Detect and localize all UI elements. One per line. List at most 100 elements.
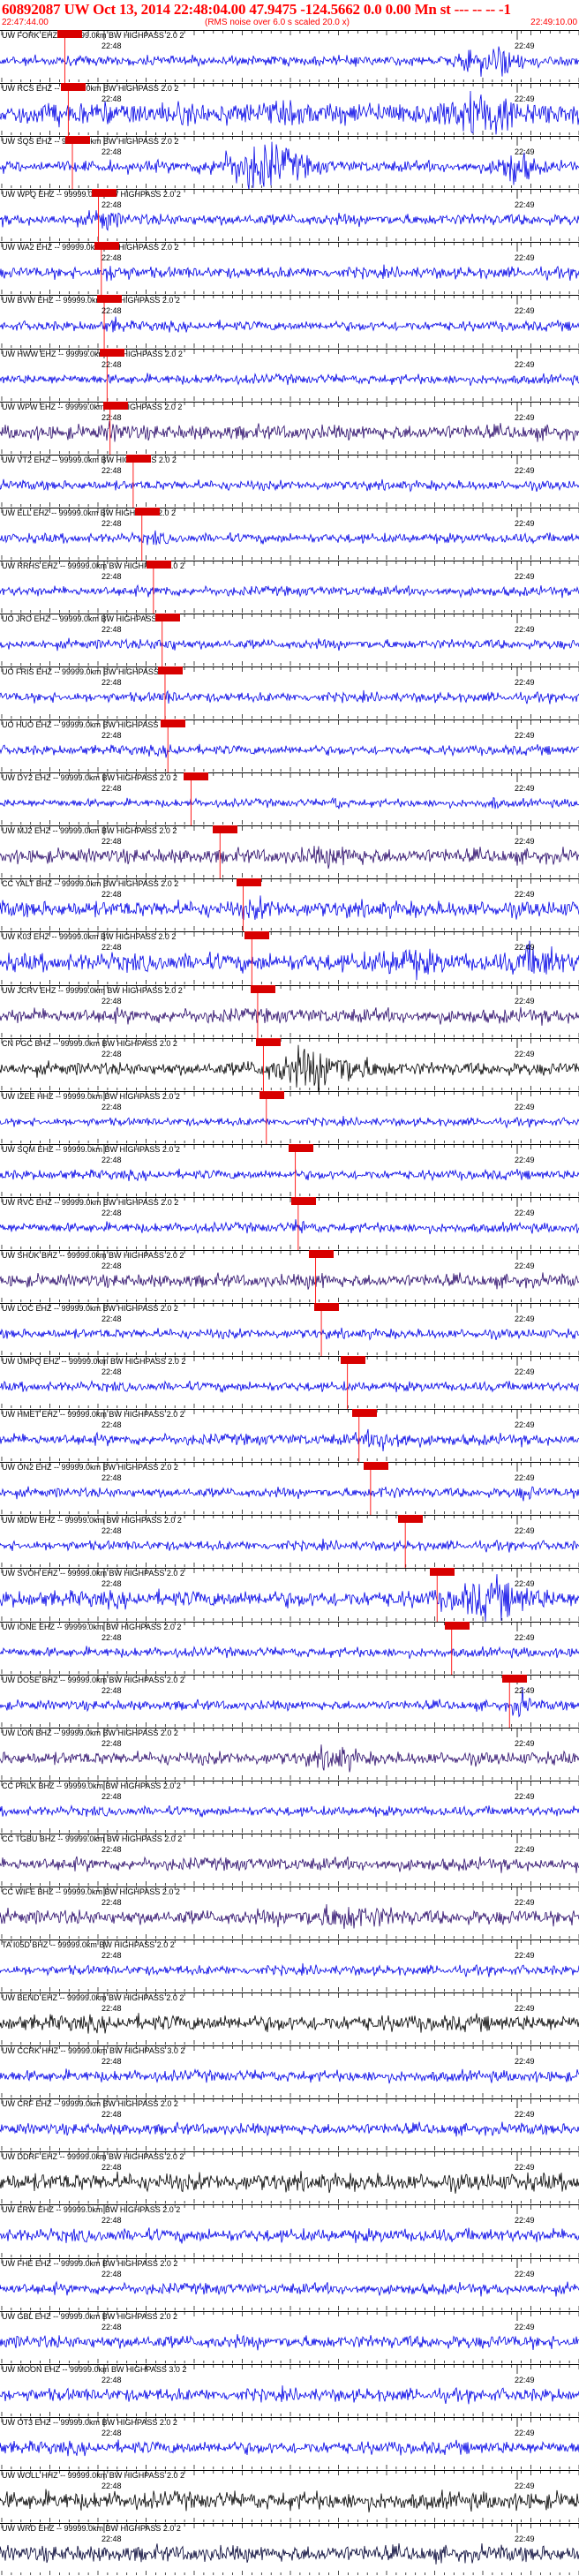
trace-panel: UW IZEE HHZ -- 99999.0km BW HIGHPASS 2.0… xyxy=(0,1091,579,1144)
station-label: UW WA2 EHZ -- 99999.0km BW HIGHPASS 2.0 … xyxy=(2,243,179,252)
waveform-trace xyxy=(0,373,579,387)
waveform-trace xyxy=(0,796,579,810)
trace-panel: UW RVC EHZ -- 99999.0km BW HIGHPASS 2.0 … xyxy=(0,1197,579,1250)
station-label: UW SQS EHZ -- 99999.0km BW HIGHPASS 2.0 … xyxy=(2,137,179,146)
trace-panel: UW WRD EHZ -- 99999.0km BW HIGHPASS 2.0 … xyxy=(0,2523,579,2576)
tick-label: 22:48 xyxy=(102,2376,122,2385)
waveform-trace xyxy=(0,1116,579,1129)
tick-label: 22:48 xyxy=(102,1898,122,1908)
tick-label: 22:49 xyxy=(515,2004,535,2014)
tick-label: 22:48 xyxy=(102,2216,122,2226)
waveform-trace xyxy=(0,846,579,870)
trace-panel: UW VT2 EHZ -- 99999.0km BW HIGHPASS 2.0 … xyxy=(0,455,579,508)
tick-label: 22:48 xyxy=(102,1209,122,1218)
waveform-trace xyxy=(0,2333,579,2351)
station-label: UW MJ2 EHZ -- 99999.0km BW HIGHPASS 2.0 … xyxy=(2,826,177,835)
trace-panel: UW RCS EHZ -- 99999.0km BW HIGHPASS 2.0 … xyxy=(0,83,579,136)
phase-pick-marker xyxy=(502,1675,528,1683)
tick-label: 22:49 xyxy=(515,943,535,953)
tick-label: 22:49 xyxy=(515,1209,535,1218)
station-label: UW RVC EHZ -- 99999.0km BW HIGHPASS 2.0 … xyxy=(2,1198,179,1207)
phase-pick-marker xyxy=(134,508,160,516)
trace-panel: UW LON BHZ -- 99999.0km BW HIGHPASS 2.0 … xyxy=(0,1728,579,1781)
tick-label: 22:49 xyxy=(515,306,535,316)
trace-panel: UO FRIS EHZ -- 99999.0km BW HIGHPASS 2.0… xyxy=(0,667,579,719)
tick-label: 22:48 xyxy=(102,2004,122,2014)
tick-label: 22:49 xyxy=(515,1420,535,1430)
station-label: UW ERW EHZ -- 99999.0km BW HIGHPASS 2.0 … xyxy=(2,2205,181,2214)
trace-panel: UW IONE EHZ -- 99999.0km BW HIGHPASS 2.0… xyxy=(0,1622,579,1675)
waveform-trace xyxy=(0,1962,579,1977)
tick-label: 22:48 xyxy=(102,1951,122,1961)
tick-label: 22:49 xyxy=(515,253,535,263)
waveform-trace xyxy=(0,141,579,189)
trace-panel: UW BVW EHZ -- 99999.0km BW HIGHPASS 2.0 … xyxy=(0,295,579,349)
trace-panel: UW HWW EHZ -- 99999.0km BW HIGHPASS 2.0 … xyxy=(0,349,579,402)
tick-label: 22:49 xyxy=(515,2323,535,2332)
tick-label: 22:49 xyxy=(515,731,535,741)
tick-label: 22:48 xyxy=(102,360,122,370)
waveform-trace xyxy=(0,264,579,282)
trace-panel: UW CRF EHZ -- 99999.0km BW HIGHPASS 2.0 … xyxy=(0,2098,579,2151)
trace-panel: UW MOON EHZ -- 99999.0km BW HIGHPASS 3.0… xyxy=(0,2364,579,2417)
waveform-trace xyxy=(0,1380,579,1393)
tick-label: 22:48 xyxy=(102,1686,122,1696)
trace-panel: UW RRHS EHZ -- 99999.0km BW HIGHPASS 2.0… xyxy=(0,561,579,614)
tick-label: 22:49 xyxy=(515,2270,535,2279)
tick-label: 22:48 xyxy=(102,2535,122,2544)
phase-pick-marker xyxy=(184,772,209,780)
trace-panel: UW SQS EHZ -- 99999.0km BW HIGHPASS 2.0 … xyxy=(0,136,579,189)
phase-pick-marker xyxy=(161,719,186,727)
tick-label: 22:48 xyxy=(102,519,122,529)
station-label: CN PGC BHZ -- 99999.0km BW HIGHPASS 2.0 … xyxy=(2,1039,177,1048)
station-label: CC TGBU BHZ -- 99999.0km BW HIGHPASS 2.0… xyxy=(2,1834,183,1843)
trace-panel: CC YALT BHZ -- 99999.0km BW HIGHPASS 2.0… xyxy=(0,878,579,931)
trace-panel: UW ERW EHZ -- 99999.0km BW HIGHPASS 2.0 … xyxy=(0,2204,579,2258)
tick-label: 22:49 xyxy=(515,1526,535,1536)
tick-label: 22:49 xyxy=(515,1792,535,1802)
waveform-trace xyxy=(0,1804,579,1818)
phase-pick-marker xyxy=(57,30,83,38)
station-label: UW K03 EHZ -- 99999.0km BW HIGHPASS 2.0 … xyxy=(2,932,177,941)
tick-label: 22:49 xyxy=(515,678,535,688)
plot-header: 60892087 UW Oct 13, 2014 22:48:04.00 47.… xyxy=(0,0,579,30)
phase-pick-marker xyxy=(314,1303,340,1311)
tick-label: 22:48 xyxy=(102,1739,122,1749)
tick-label: 22:49 xyxy=(515,466,535,476)
trace-panel: UW K03 EHZ -- 99999.0km BW HIGHPASS 2.0 … xyxy=(0,931,579,985)
trace-panel: UW SHUK BHZ -- 99999.0km BW HIGHPASS 2.0… xyxy=(0,1250,579,1303)
tick-label: 22:49 xyxy=(515,837,535,847)
tick-label: 22:49 xyxy=(515,1103,535,1112)
tick-label: 22:49 xyxy=(515,1050,535,1059)
waveform-trace xyxy=(0,2385,579,2405)
tick-label: 22:49 xyxy=(515,1579,535,1589)
phase-pick-marker xyxy=(244,931,270,939)
tick-label: 22:49 xyxy=(515,1156,535,1165)
tick-label: 22:49 xyxy=(515,890,535,900)
phase-pick-marker xyxy=(125,455,151,463)
tick-label: 22:49 xyxy=(515,1262,535,1271)
tick-label: 22:48 xyxy=(102,1526,122,1536)
tick-label: 22:48 xyxy=(102,784,122,794)
trace-panel: UW DDRF EHZ -- 99999.0km BW HIGHPASS 2.0… xyxy=(0,2151,579,2204)
tick-label: 22:48 xyxy=(102,1845,122,1855)
station-label: CC WIFE BHZ -- 99999.0km BW HIGHPASS 2.0… xyxy=(2,1887,180,1896)
phase-pick-marker xyxy=(97,295,123,303)
station-label: UW FORK EHZ -- 99999.0km BW HIGHPASS 2.0… xyxy=(2,31,184,40)
trace-panel: UW ON2 EHZ -- 99999.0km BW HIGHPASS 2.0 … xyxy=(0,1462,579,1515)
trace-panel: UW FHE EHZ -- 99999.0km BW HIGHPASS 2.0 … xyxy=(0,2258,579,2311)
station-label: UW SQM EHZ -- 99999.0km BW HIGHPASS 2.0 … xyxy=(2,1145,180,1154)
waveform-trace xyxy=(0,2489,579,2512)
waveform-trace xyxy=(0,210,579,231)
phase-pick-marker xyxy=(91,189,117,197)
tick-label: 22:49 xyxy=(515,2163,535,2173)
tick-label: 22:49 xyxy=(515,94,535,104)
tick-label: 22:48 xyxy=(102,1050,122,1059)
tick-label: 22:48 xyxy=(102,1633,122,1643)
waveform-trace xyxy=(0,2439,579,2457)
station-label: UW CRF EHZ -- 99999.0km BW HIGHPASS 2.0 … xyxy=(2,2099,178,2108)
trace-panel: UW LOC EHZ -- 99999.0km BW HIGHPASS 2.0 … xyxy=(0,1303,579,1356)
tick-label: 22:48 xyxy=(102,1103,122,1112)
waveform-trace xyxy=(0,1744,579,1773)
tick-label: 22:48 xyxy=(102,413,122,423)
